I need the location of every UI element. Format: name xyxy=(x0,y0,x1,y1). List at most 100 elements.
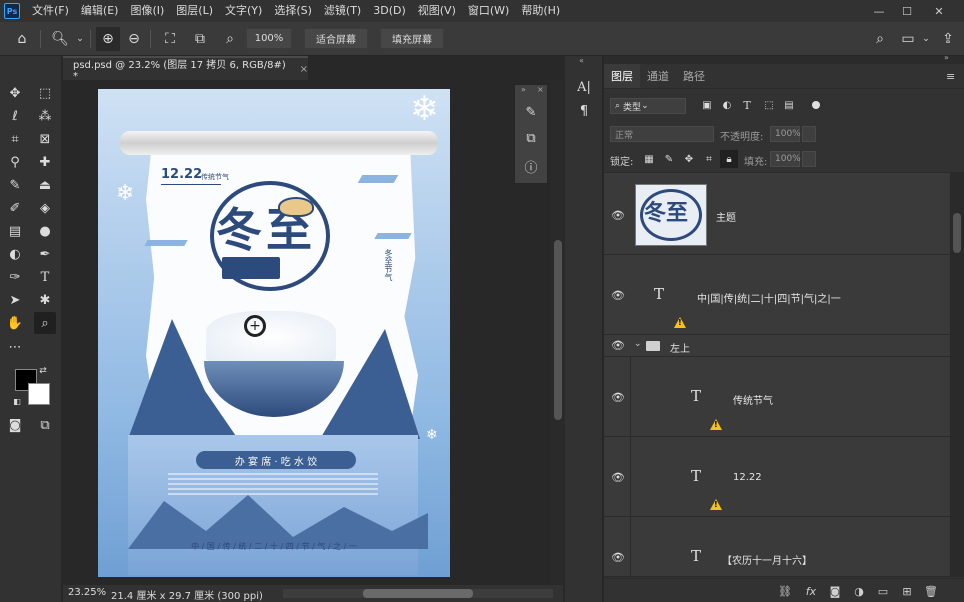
eraser-tool-icon[interactable]: ◈ xyxy=(34,197,56,219)
frame-tool-icon[interactable]: ⊠ xyxy=(34,128,56,150)
layer-row[interactable]: 👁︎ 冬至 主题 xyxy=(604,173,950,255)
delete-layer-icon[interactable]: 🗑︎ xyxy=(922,582,940,600)
visibility-eye-icon[interactable]: 👁︎ xyxy=(610,471,626,484)
zoom-out-icon[interactable]: ⊖ xyxy=(122,27,146,51)
fill-screen-button[interactable]: 填充屏幕 xyxy=(380,28,444,49)
adjustment-layer-icon[interactable]: ◑ xyxy=(850,582,868,600)
menu-file[interactable]: 文件(F) xyxy=(26,0,75,22)
quick-mask-icon[interactable]: ◙ xyxy=(4,414,26,436)
panel-menu-icon[interactable]: ≡ xyxy=(946,70,955,83)
horizontal-scrollbar[interactable] xyxy=(283,589,553,598)
pen-tool-icon[interactable]: ✒ xyxy=(34,243,56,265)
fill-input[interactable]: 100% xyxy=(770,151,801,167)
resize-windows-icon[interactable]: ⛶ xyxy=(158,27,182,51)
document-tab[interactable]: psd.psd @ 23.2% (图层 17 拷贝 6, RGB/8#) * × xyxy=(63,56,308,82)
history-brush-icon[interactable]: ✐ xyxy=(4,197,26,219)
layer-name[interactable]: 左上 xyxy=(670,340,690,355)
menu-filter[interactable]: 滤镜(T) xyxy=(318,0,367,22)
zoom-all-windows-icon[interactable]: ⧉ xyxy=(188,27,212,51)
menu-type[interactable]: 文字(Y) xyxy=(219,0,268,22)
shape-tool-icon[interactable]: ✱ xyxy=(34,289,56,311)
menu-edit[interactable]: 编辑(E) xyxy=(75,0,125,22)
close-icon[interactable]: × xyxy=(537,85,544,94)
collapse-icon[interactable]: » xyxy=(944,53,949,62)
link-layers-icon[interactable]: ⛓ xyxy=(776,582,794,600)
zoom-readout[interactable]: 23.25% xyxy=(68,587,106,598)
collapse-icon[interactable]: « xyxy=(579,56,584,65)
tab-channels[interactable]: 通道 xyxy=(640,64,676,88)
visibility-eye-icon[interactable]: 👁︎ xyxy=(610,209,626,222)
screen-mode-icon[interactable]: ⧉ xyxy=(34,414,56,436)
more-tools-icon[interactable]: ⋯ xyxy=(4,336,26,358)
pen-freeform-icon[interactable]: ✑ xyxy=(4,266,26,288)
menu-window[interactable]: 窗口(W) xyxy=(462,0,515,22)
clone-stamp-icon[interactable]: ⏏ xyxy=(34,174,56,196)
blur-tool-icon[interactable]: ● xyxy=(34,220,56,242)
scroll-thumb[interactable] xyxy=(554,240,562,420)
scrubby-zoom-icon[interactable]: ⌕ xyxy=(218,27,242,51)
background-color-swatch[interactable] xyxy=(28,383,50,405)
filter-pixel-icon[interactable]: ▣ xyxy=(698,96,716,114)
layer-row[interactable]: 👁︎ T 中|国|传|统|二|十|四|节|气|之|一 xyxy=(604,255,950,335)
blend-mode-select[interactable]: 正常 xyxy=(610,126,714,142)
menu-image[interactable]: 图像(I) xyxy=(124,0,170,22)
info-icon[interactable]: ⓘ xyxy=(520,155,542,177)
visibility-eye-icon[interactable]: 👁︎ xyxy=(610,289,626,302)
fit-screen-button[interactable]: 适合屏幕 xyxy=(304,28,368,49)
vertical-scrollbar[interactable] xyxy=(551,80,565,585)
menu-select[interactable]: 选择(S) xyxy=(268,0,318,22)
layer-row[interactable]: 👁︎ T 传统节气 xyxy=(604,357,950,437)
clone-source-icon[interactable]: ⧉ xyxy=(520,127,542,149)
layer-name[interactable]: 中|国|传|统|二|十|四|节|气|之|一 xyxy=(697,290,841,305)
move-tool-icon[interactable]: ✥ xyxy=(4,82,26,104)
zoom-tool-icon[interactable]: ⌕ xyxy=(34,312,56,334)
character-panel-icon[interactable]: A| xyxy=(573,76,595,98)
minimize-button[interactable]: — xyxy=(866,0,892,22)
opacity-input[interactable]: 100% xyxy=(770,126,801,142)
visibility-eye-icon[interactable]: 👁︎ xyxy=(610,339,626,352)
menu-3d[interactable]: 3D(D) xyxy=(367,0,412,22)
filter-toggle-icon[interactable] xyxy=(812,101,820,109)
new-group-icon[interactable]: ▭ xyxy=(874,582,892,600)
brush-settings-icon[interactable]: ✎ xyxy=(520,101,542,123)
scroll-thumb[interactable] xyxy=(953,213,961,253)
lock-artboard-icon[interactable]: ⌗ xyxy=(700,150,718,168)
filter-smartobject-icon[interactable]: ▤ xyxy=(780,96,798,114)
layer-name[interactable]: 主题 xyxy=(716,209,736,224)
layer-row[interactable]: 👁︎ T 【农历十一月十六】 xyxy=(604,517,950,577)
hand-tool-icon[interactable]: ✋ xyxy=(4,312,26,334)
layer-group-row[interactable]: 👁︎ ⌄ 左上 xyxy=(604,335,950,357)
close-window-button[interactable]: ✕ xyxy=(926,0,952,22)
lock-position-icon[interactable]: ✥ xyxy=(680,150,698,168)
canvas[interactable]: ❄ ❄ ❄ 12.22 传统节气 冬至 冬至节气 + 办 宴 席 · 吃 水 饺… xyxy=(98,89,450,577)
layer-row[interactable]: 👁︎ T 12.22 xyxy=(604,437,950,517)
lock-pixels-icon[interactable]: ✎ xyxy=(660,150,678,168)
path-select-icon[interactable]: ➤ xyxy=(4,289,26,311)
maximize-button[interactable]: ☐ xyxy=(894,0,920,22)
layer-name[interactable]: 12.22 xyxy=(733,472,762,483)
close-tab-icon[interactable]: × xyxy=(300,64,308,75)
type-tool-icon[interactable]: T xyxy=(34,266,56,288)
tab-paths[interactable]: 路径 xyxy=(676,64,712,88)
zoom-100-button[interactable]: 100% xyxy=(246,28,292,49)
chevron-down-icon[interactable]: ⌄ xyxy=(914,27,938,51)
chevron-down-icon[interactable]: ⌄ xyxy=(634,339,642,349)
paragraph-panel-icon[interactable]: ¶ xyxy=(573,100,595,122)
visibility-eye-icon[interactable]: 👁︎ xyxy=(610,551,626,564)
filter-shape-icon[interactable]: ⬚ xyxy=(760,96,778,114)
brush-tool-icon[interactable]: ✎ xyxy=(4,174,26,196)
crop-tool-icon[interactable]: ⌗ xyxy=(4,128,26,150)
search-icon[interactable]: ⌕ xyxy=(868,27,892,51)
layers-scrollbar[interactable] xyxy=(950,173,964,577)
filter-kind-select[interactable]: ⌕ 类型 ⌄ xyxy=(610,98,686,114)
layer-name[interactable]: 【农历十一月十六】 xyxy=(722,552,812,567)
opacity-dropdown[interactable] xyxy=(802,126,816,142)
lock-transparency-icon[interactable]: ▦ xyxy=(640,150,658,168)
magic-wand-icon[interactable]: ⁂ xyxy=(34,105,56,127)
lasso-tool-icon[interactable]: ℓ xyxy=(4,105,26,127)
swap-colors-icon[interactable]: ⇄ xyxy=(36,364,50,378)
eyedropper-icon[interactable]: ⚲ xyxy=(4,151,26,173)
zoom-in-icon[interactable]: ⊕ xyxy=(96,27,120,51)
home-icon[interactable]: ⌂ xyxy=(10,27,34,51)
healing-brush-icon[interactable]: ✚ xyxy=(34,151,56,173)
